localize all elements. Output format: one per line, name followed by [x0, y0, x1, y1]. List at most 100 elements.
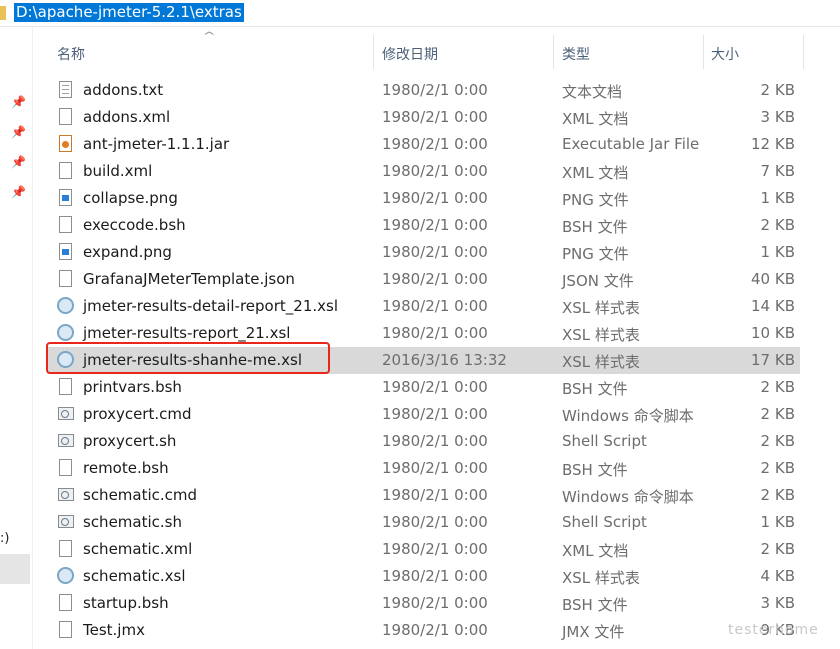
file-name: proxycert.cmd — [83, 405, 192, 423]
file-type: BSH 文件 — [562, 218, 628, 236]
file-row[interactable]: addons.xml 1980/2/1 0:00 XML 文档 3 KB — [47, 104, 800, 131]
file-size: 2 KB — [760, 432, 795, 450]
document-icon — [59, 216, 72, 233]
file-date: 2016/3/16 13:32 — [382, 351, 507, 369]
navigation-pane[interactable]: 📌 📌 📌 📌 :) — [0, 27, 33, 649]
file-row[interactable]: schematic.sh 1980/2/1 0:00 Shell Script 1 K… — [47, 509, 800, 536]
file-row[interactable]: printvars.bsh 1980/2/1 0:00 BSH 文件 2 KB — [47, 374, 800, 401]
file-size: 17 KB — [751, 351, 795, 369]
file-date: 1980/2/1 0:00 — [382, 513, 488, 531]
column-size[interactable]: 大小 — [711, 44, 739, 64]
file-date: 1980/2/1 0:00 — [382, 81, 488, 99]
file-type: BSH 文件 — [562, 596, 628, 614]
file-size: 2 KB — [760, 81, 795, 99]
column-divider[interactable] — [803, 35, 804, 69]
file-size: 1 KB — [760, 243, 795, 261]
file-date: 1980/2/1 0:00 — [382, 243, 488, 261]
file-name: GrafanaJMeterTemplate.json — [83, 270, 295, 288]
file-size: 7 KB — [760, 162, 795, 180]
image-file-icon — [59, 189, 72, 206]
file-date: 1980/2/1 0:00 — [382, 162, 488, 180]
folder-icon — [0, 6, 6, 20]
file-size: 40 KB — [751, 270, 795, 288]
column-type[interactable]: 类型 — [562, 44, 590, 64]
file-type: Windows 命令脚本 — [562, 488, 694, 506]
column-date[interactable]: 修改日期 — [382, 44, 438, 64]
file-row[interactable]: jmeter-results-detail-report_21.xsl 1980/… — [47, 293, 800, 320]
file-date: 1980/2/1 0:00 — [382, 567, 488, 585]
script-file-icon — [58, 515, 74, 528]
file-row[interactable]: proxycert.cmd 1980/2/1 0:00 Windows 命令脚本 2 … — [47, 401, 800, 428]
column-divider[interactable] — [703, 35, 704, 69]
jar-file-icon — [59, 135, 72, 152]
file-name: printvars.bsh — [83, 378, 182, 396]
pin-icon[interactable]: 📌 — [11, 125, 26, 139]
pin-icon[interactable]: 📌 — [11, 95, 26, 109]
file-row[interactable]: ant-jmeter-1.1.1.jar 1980/2/1 0:00 Executa… — [47, 131, 800, 158]
file-row[interactable]: schematic.xml 1980/2/1 0:00 XML 文档 2 KB — [47, 536, 800, 563]
script-file-icon — [58, 434, 74, 447]
file-name: Test.jmx — [83, 621, 145, 639]
file-row[interactable]: schematic.cmd 1980/2/1 0:00 Windows 命令脚本 2 … — [47, 482, 800, 509]
file-type: Windows 命令脚本 — [562, 407, 694, 425]
file-row[interactable]: build.xml 1980/2/1 0:00 XML 文档 7 KB — [47, 158, 800, 185]
file-row[interactable]: proxycert.sh 1980/2/1 0:00 Shell Script 2 K… — [47, 428, 800, 455]
file-row[interactable]: schematic.xsl 1980/2/1 0:00 XSL 样式表 4 KB — [47, 563, 800, 590]
file-row[interactable]: GrafanaJMeterTemplate.json 1980/2/1 0:00 J… — [47, 266, 800, 293]
file-name: addons.txt — [83, 81, 164, 99]
file-type: Shell Script — [562, 513, 647, 531]
text-file-icon — [59, 81, 72, 98]
file-size: 2 KB — [760, 216, 795, 234]
file-name: startup.bsh — [83, 594, 169, 612]
file-name: schematic.sh — [83, 513, 182, 531]
sort-ascending-icon[interactable]: ^ — [202, 31, 215, 42]
file-type: XSL 样式表 — [562, 569, 640, 587]
file-row[interactable]: jmeter-results-report_21.xsl 1980/2/1 0:0… — [47, 320, 800, 347]
file-type: Executable Jar File — [562, 135, 700, 153]
file-name: build.xml — [83, 162, 153, 180]
file-name: expand.png — [83, 243, 172, 261]
file-row[interactable]: collapse.png 1980/2/1 0:00 PNG 文件 1 KB — [47, 185, 800, 212]
file-row[interactable]: startup.bsh 1980/2/1 0:00 BSH 文件 3 KB — [47, 590, 800, 617]
file-row[interactable]: expand.png 1980/2/1 0:00 PNG 文件 1 KB — [47, 239, 800, 266]
script-file-icon — [58, 488, 74, 501]
file-row[interactable]: execcode.bsh 1980/2/1 0:00 BSH 文件 2 KB — [47, 212, 800, 239]
document-icon — [59, 594, 72, 611]
file-date: 1980/2/1 0:00 — [382, 486, 488, 504]
file-date: 1980/2/1 0:00 — [382, 216, 488, 234]
address-bar[interactable]: D:\apache-jmeter-5.2.1\extras — [0, 0, 840, 27]
file-name: jmeter-results-shanhe-me.xsl — [83, 351, 303, 369]
xsl-file-icon — [57, 297, 74, 314]
file-type: BSH 文件 — [562, 380, 628, 398]
column-divider[interactable] — [373, 35, 374, 69]
file-name: jmeter-results-detail-report_21.xsl — [83, 297, 338, 315]
drive-label[interactable]: :) — [0, 531, 9, 546]
xsl-file-icon — [57, 351, 74, 368]
file-row[interactable]: remote.bsh 1980/2/1 0:00 BSH 文件 2 KB — [47, 455, 800, 482]
file-date: 1980/2/1 0:00 — [382, 189, 488, 207]
file-date: 1980/2/1 0:00 — [382, 540, 488, 558]
file-type: XML 文档 — [562, 110, 629, 128]
file-type: PNG 文件 — [562, 191, 629, 209]
file-date: 1980/2/1 0:00 — [382, 270, 488, 288]
pin-icon[interactable]: 📌 — [11, 155, 26, 169]
file-type: 文本文档 — [562, 83, 623, 101]
file-date: 1980/2/1 0:00 — [382, 594, 488, 612]
file-type: PNG 文件 — [562, 245, 629, 263]
nav-selected-item[interactable] — [0, 554, 30, 584]
file-name: execcode.bsh — [83, 216, 186, 234]
file-row[interactable]: Test.jmx 1980/2/1 0:00 JMX 文件 9 KB — [47, 617, 800, 644]
pin-icon[interactable]: 📌 — [11, 185, 26, 199]
document-icon — [59, 270, 72, 287]
file-type: Shell Script — [562, 432, 647, 450]
address-path[interactable]: D:\apache-jmeter-5.2.1\extras — [14, 3, 244, 22]
file-name: ant-jmeter-1.1.1.jar — [83, 135, 230, 153]
document-icon — [59, 378, 72, 395]
column-divider[interactable] — [553, 35, 554, 69]
file-row[interactable]: addons.txt 1980/2/1 0:00 文本文档 2 KB — [47, 77, 800, 104]
file-row[interactable]: jmeter-results-shanhe-me.xsl 2016/3/16 13… — [47, 347, 800, 374]
column-name[interactable]: 名称 — [57, 44, 85, 64]
file-type: XSL 样式表 — [562, 299, 640, 317]
file-date: 1980/2/1 0:00 — [382, 405, 488, 423]
document-icon — [59, 540, 72, 557]
